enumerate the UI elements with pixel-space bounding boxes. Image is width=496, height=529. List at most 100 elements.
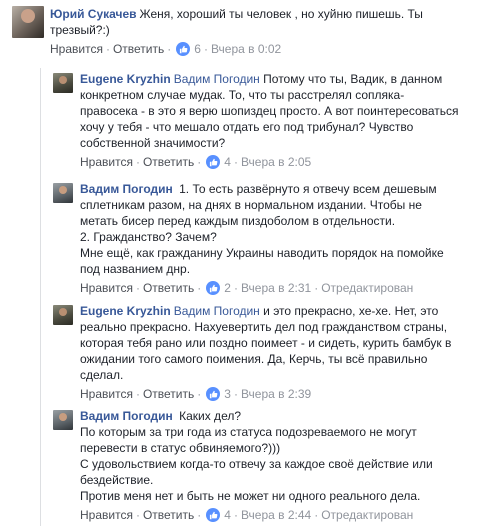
comment-line: бездействие. (80, 473, 154, 487)
reply: Eugene Kryzhin Вадим Погодин и это прекра… (53, 303, 493, 402)
like-button[interactable]: Нравится (80, 507, 133, 523)
comment-line: сплетникам разом, на днях в нормальном и… (80, 198, 422, 212)
comment-line: сделал. (80, 368, 124, 382)
comment-line: Женя, хороший ты человек , но хуйню пише… (139, 7, 423, 21)
comment-line: которая тебя рано или поздно поимеет - и… (80, 336, 452, 350)
reply: Eugene Kryzhin Вадим Погодин Потому что т… (53, 71, 493, 170)
timestamp[interactable]: Вчера в 2:39 (241, 386, 311, 402)
comment-line: хочу у тебя - что мешало отдать его под … (80, 120, 414, 134)
timestamp[interactable]: Вчера в 2:05 (241, 154, 311, 170)
comment-author[interactable]: Eugene Kryzhin (80, 304, 171, 318)
comment-author[interactable]: Юрий Сукачев (50, 7, 137, 21)
comment-actions: Нравится · Ответить · 6 · Вчера в 0:02 (50, 41, 492, 57)
comment: Юрий Сукачев Женя, хороший ты человек , н… (12, 6, 492, 57)
comment-line: конкретном случае мудак. То, что ты расс… (80, 88, 405, 102)
comment-author[interactable]: Вадим Погодин (80, 182, 173, 196)
comment-author[interactable]: Eugene Kryzhin (80, 72, 171, 86)
like-count: 6 (194, 42, 201, 56)
separator: · (197, 508, 202, 522)
comment-line: и это прекрасно, хе-хе. Нет, это (263, 304, 439, 318)
reply-button[interactable]: Ответить (143, 280, 194, 296)
comment-text: Eugene Kryzhin Вадим Погодин Потому что т… (80, 71, 493, 151)
comment-text: Вадим Погодин 1. То есть развёрнуто я от… (80, 181, 493, 277)
mention-link[interactable]: Вадим Погодин (174, 304, 260, 318)
reply-thread-line (40, 68, 41, 526)
like-count: 4 (224, 155, 231, 169)
comment-line: Каких дел? (179, 409, 242, 423)
separator: · (135, 281, 140, 295)
like-count-badge[interactable]: 2 (206, 280, 231, 296)
separator: · (233, 281, 238, 295)
comment-line: ожидании того самого поимения. Да, Керчь… (80, 352, 428, 366)
separator: · (197, 281, 202, 295)
avatar[interactable] (53, 305, 73, 325)
separator: · (233, 387, 238, 401)
like-count: 3 (224, 387, 231, 401)
comment-line: По которым за три года из статуса подозр… (80, 425, 417, 439)
separator: · (233, 155, 238, 169)
comment-line: трезвый?:) (50, 23, 110, 37)
comment-text: Вадим Погодин Каких дел? По которым за т… (80, 408, 493, 504)
like-button[interactable]: Нравится (80, 280, 133, 296)
reply-button[interactable]: Ответить (113, 41, 164, 57)
separator: · (314, 508, 319, 522)
edited-label[interactable]: Отредактирован (321, 507, 413, 523)
like-count-badge[interactable]: 3 (206, 386, 231, 402)
separator: · (105, 42, 110, 56)
reply-button[interactable]: Ответить (143, 507, 194, 523)
edited-label[interactable]: Отредактирован (321, 280, 413, 296)
comment-line: метать бисер перед каждым пиздоболом в о… (80, 214, 396, 228)
comment-text: Юрий Сукачев Женя, хороший ты человек , н… (50, 6, 492, 38)
comment-line: собственной значимости? (80, 136, 226, 150)
comment-line: 1. То есть развёрнуто я отвечу всем деше… (179, 182, 437, 196)
like-count-badge[interactable]: 4 (206, 507, 231, 523)
comment-author[interactable]: Вадим Погодин (80, 409, 173, 423)
like-count-badge[interactable]: 6 (176, 41, 201, 57)
thumbs-up-icon (206, 281, 221, 295)
like-button[interactable]: Нравится (80, 386, 133, 402)
thumbs-up-icon (206, 387, 221, 401)
comment-line: правосека - в это я верю шопиздец просто… (80, 104, 459, 118)
separator: · (135, 508, 140, 522)
avatar[interactable] (53, 73, 73, 93)
comment-line: Против меня нет и быть не может ни одног… (80, 489, 421, 503)
comment-line: 2. Гражданство? Зачем? (80, 230, 217, 244)
separator: · (197, 387, 202, 401)
avatar[interactable] (53, 410, 73, 430)
avatar[interactable] (12, 6, 44, 38)
separator: · (167, 42, 172, 56)
comment-actions: Нравится · Ответить · 2 · Вчера в 2:31 ·… (80, 280, 493, 296)
timestamp[interactable]: Вчера в 2:44 (241, 507, 311, 523)
separator: · (135, 387, 140, 401)
comment-line: С удовольствием когда-то отвечу за каждо… (80, 457, 433, 471)
timestamp[interactable]: Вчера в 2:31 (241, 280, 311, 296)
thumbs-up-icon (176, 42, 191, 56)
comment-actions: Нравится · Ответить · 4 · Вчера в 2:05 (80, 154, 493, 170)
separator: · (203, 42, 208, 56)
reply: Вадим Погодин 1. То есть развёрнуто я от… (53, 181, 493, 296)
like-count-badge[interactable]: 4 (206, 154, 231, 170)
reply-button[interactable]: Ответить (143, 386, 194, 402)
timestamp[interactable]: Вчера в 0:02 (211, 41, 281, 57)
like-count: 2 (224, 281, 231, 295)
like-count: 4 (224, 508, 231, 522)
comment-line: под названием днр. (80, 262, 191, 276)
comment-actions: Нравится · Ответить · 4 · Вчера в 2:44 ·… (80, 507, 493, 523)
comment-line: реально прекрасно. Нахуевертить дел под … (80, 320, 448, 334)
thumbs-up-icon (206, 508, 221, 522)
avatar[interactable] (53, 183, 73, 203)
comment-line: Потому что ты, Вадик, в данном (263, 72, 443, 86)
separator: · (314, 281, 319, 295)
comment-actions: Нравится · Ответить · 3 · Вчера в 2:39 (80, 386, 493, 402)
like-button[interactable]: Нравится (80, 154, 133, 170)
separator: · (233, 508, 238, 522)
like-button[interactable]: Нравится (50, 41, 103, 57)
thumbs-up-icon (206, 155, 221, 169)
comment-line: Мне ещё, как гражданину Украины наводить… (80, 246, 444, 260)
separator: · (135, 155, 140, 169)
reply: Вадим Погодин Каких дел? По которым за т… (53, 408, 493, 523)
reply-button[interactable]: Ответить (143, 154, 194, 170)
comment-line: перевести в статус обвиняемого?))) (80, 441, 281, 455)
mention-link[interactable]: Вадим Погодин (174, 72, 260, 86)
comment-text: Eugene Kryzhin Вадим Погодин и это прекра… (80, 303, 493, 383)
